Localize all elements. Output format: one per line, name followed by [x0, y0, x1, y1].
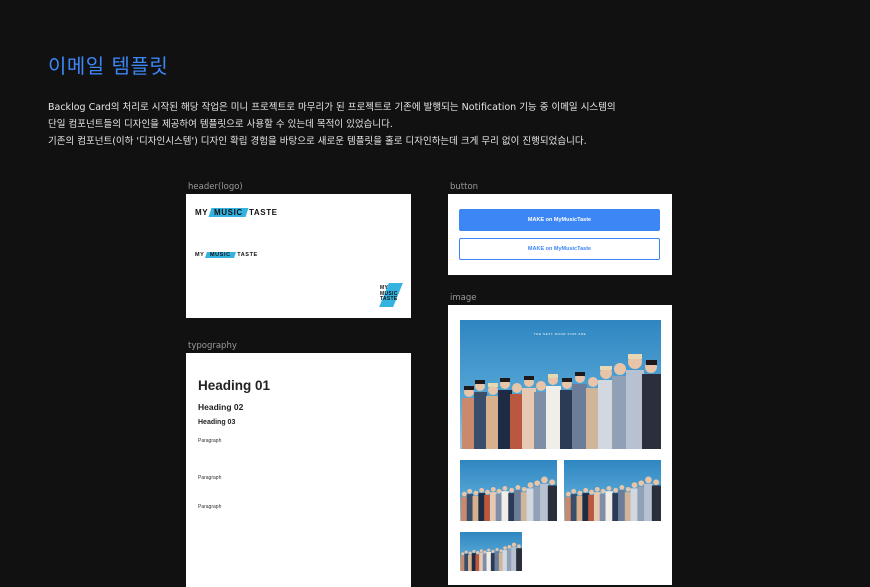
- group-photo-thumb: [564, 460, 661, 521]
- description-line: Backlog Card의 처리로 시작된 해당 작업은 미니 프로젝트로 마무…: [48, 102, 616, 113]
- thumbnail-image-small: [460, 532, 522, 571]
- logo-highlight: MUSIC: [208, 208, 249, 217]
- paragraph: Paragraph: [198, 438, 222, 444]
- image-card: THE NEXT DOOR KIDS ARE: [448, 305, 672, 585]
- logo-mark-text: MY MUSIC TASTE: [380, 285, 398, 302]
- group-photo-thumb: [460, 460, 557, 521]
- svg-text:THE NEXT DOOR KIDS ARE: THE NEXT DOOR KIDS ARE: [534, 332, 587, 336]
- section-label-button: button: [450, 182, 479, 192]
- banner-image: THE NEXT DOOR KIDS ARE: [460, 320, 661, 449]
- logo-mark-icon: MY MUSIC TASTE: [379, 283, 404, 307]
- section-label-header-logo: header(logo): [188, 182, 243, 192]
- group-photo-thumb: [460, 532, 522, 571]
- description-line: 단일 컴포넌트들의 디자인을 제공하여 템플릿으로 사용할 수 있는데 목적이 …: [48, 119, 393, 130]
- section-label-image: image: [450, 293, 477, 303]
- group-photo: THE NEXT DOOR KIDS ARE: [460, 320, 661, 449]
- logo-suffix: TASTE: [237, 252, 258, 258]
- logo-suffix: TASTE: [248, 208, 278, 217]
- heading-01: Heading 01: [198, 378, 271, 393]
- header-logo-card: MY MUSIC TASTE MY MUSIC TASTE MY MUSIC T…: [186, 194, 411, 318]
- button-card: MAKE on MyMusicTaste MAKE on MyMusicTast…: [448, 194, 672, 275]
- thumbnail-image: [460, 460, 557, 521]
- primary-button[interactable]: MAKE on MyMusicTaste: [459, 209, 660, 231]
- typography-card: Heading 01 Heading 02 Heading 03 Paragra…: [186, 353, 411, 587]
- email-template-page: 이메일 템플릿 Backlog Card의 처리로 시작된 해당 작업은 미니 …: [0, 0, 870, 587]
- paragraph: Paragraph: [198, 475, 222, 481]
- logo-small: MY MUSIC TASTE: [195, 252, 258, 258]
- outline-button[interactable]: MAKE on MyMusicTaste: [459, 238, 660, 260]
- logo-large: MY MUSIC TASTE: [195, 208, 278, 217]
- thumbnail-image: [564, 460, 661, 521]
- heading-03: Heading 03: [198, 419, 236, 426]
- paragraph: Paragraph: [198, 504, 222, 510]
- logo-prefix: MY: [195, 252, 205, 258]
- page-title: 이메일 템플릿: [48, 54, 169, 78]
- logo-highlight: MUSIC: [205, 252, 237, 258]
- heading-02: Heading 02: [198, 402, 244, 412]
- page-description: Backlog Card의 처리로 시작된 해당 작업은 미니 프로젝트로 마무…: [48, 99, 616, 150]
- description-line: 기존의 컴포넌트(이하 '디자인시스템') 디자인 확립 경험을 바탕으로 새로…: [48, 136, 587, 147]
- section-label-typography: typography: [188, 341, 237, 351]
- logo-prefix: MY: [195, 208, 209, 217]
